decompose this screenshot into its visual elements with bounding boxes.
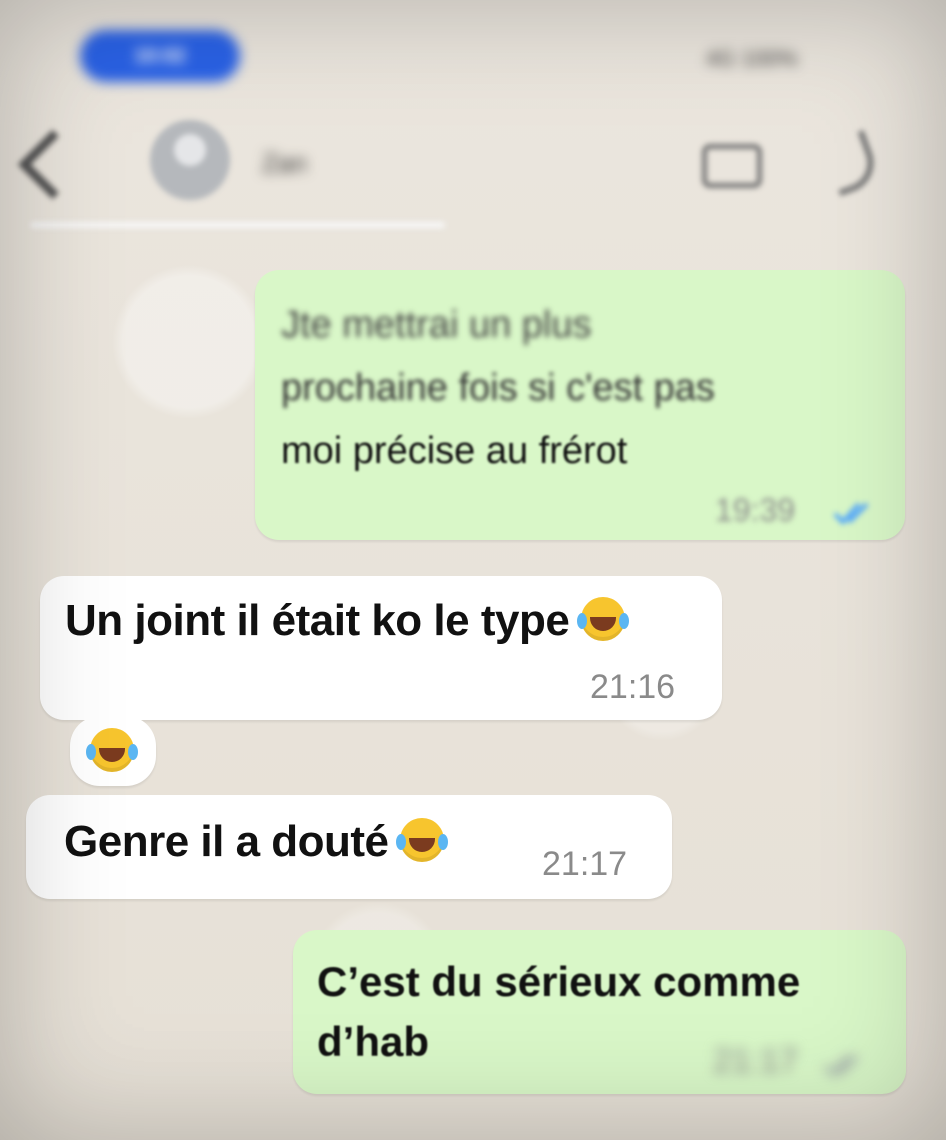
read-receipt-icon	[823, 1054, 859, 1077]
video-call-icon[interactable]	[702, 144, 762, 188]
laughing-tears-emoji-icon	[396, 818, 445, 862]
reaction-badge[interactable]	[70, 716, 156, 786]
message-line: Jte mettrai un plus	[281, 304, 592, 346]
back-chevron-icon[interactable]	[17, 129, 88, 200]
status-time-pill: 10:02	[80, 30, 240, 82]
message-line: C’est du sérieux comme	[317, 958, 801, 1005]
header-divider	[30, 222, 445, 228]
message-time: 21:17	[542, 845, 628, 883]
message-bubble-incoming[interactable]: Genre il a douté 21:17	[26, 795, 672, 899]
message-bubble-outgoing[interactable]: C’est du sérieux comme d’hab 21:17	[293, 930, 906, 1094]
message-bubble-incoming[interactable]: Un joint il était ko le type 21:16	[40, 576, 722, 720]
status-indicators: 4G 100%	[706, 46, 798, 71]
read-receipt-icon	[833, 502, 869, 525]
message-text: Un joint il était ko le type	[65, 596, 570, 645]
avatar[interactable]	[150, 120, 230, 200]
message-line: moi précise au frérot	[281, 430, 628, 472]
message-line: prochaine fois si c'est pas	[281, 367, 715, 409]
message-time: 19:39	[715, 492, 796, 528]
message-text: Genre il a douté	[64, 817, 389, 866]
phone-call-icon[interactable]	[822, 130, 882, 196]
message-time: 21:16	[590, 668, 676, 706]
laughing-tears-emoji-icon	[86, 728, 134, 772]
status-time: 10:02	[134, 44, 186, 67]
laughing-tears-emoji-icon	[577, 597, 626, 641]
message-bubble-outgoing[interactable]: Jte mettrai un plus prochaine fois si c'…	[255, 270, 905, 540]
contact-name[interactable]: Zan	[262, 148, 307, 179]
chat-header: Zan	[0, 110, 946, 228]
message-time: 21:17	[713, 1042, 799, 1080]
